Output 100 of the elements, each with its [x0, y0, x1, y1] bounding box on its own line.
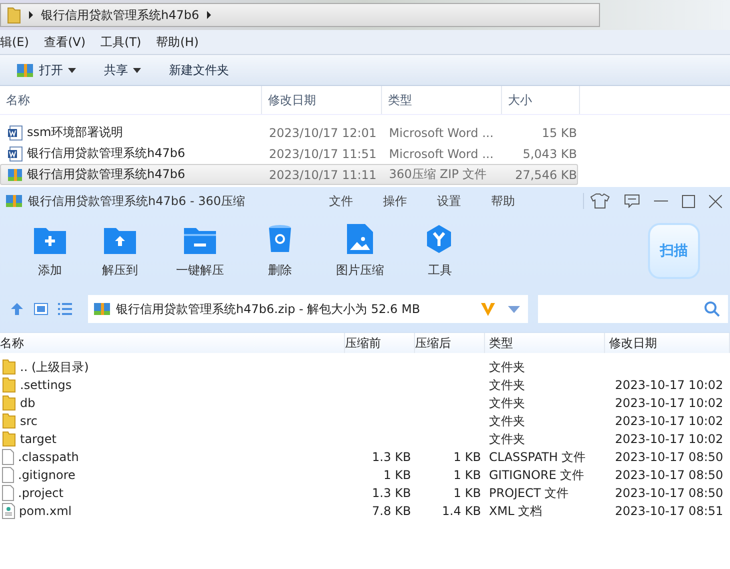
file-type: GITIGNORE 文件	[488, 466, 586, 484]
file-name: .project	[18, 486, 64, 500]
file-name: 银行信用贷款管理系统h47b6	[27, 145, 186, 162]
toolbar-button[interactable]: 共享	[102, 60, 143, 80]
modified-date: 2023/10/17 11:11	[268, 168, 378, 182]
file-row[interactable]: 银行信用贷款管理系统h47b6 2023/10/17 11:11 360压缩 ZIP 文件 27,546 KB	[0, 164, 578, 185]
menu-item[interactable]: 帮助(H)	[156, 34, 208, 50]
folder-icon	[7, 6, 21, 24]
menu-item[interactable]: 帮助	[491, 192, 515, 210]
dropdown-arrow-icon[interactable]	[508, 306, 520, 312]
original-size: 1.3 KB	[371, 486, 412, 500]
file-type: CLASSPATH 文件	[488, 448, 587, 466]
message-icon[interactable]	[624, 194, 640, 208]
up-arrow-icon[interactable]	[10, 302, 24, 316]
shirt-icon[interactable]	[590, 193, 610, 209]
compressed-size: 1 KB	[452, 450, 482, 464]
original-size: 7.8 KB	[371, 504, 412, 518]
recycle-bin-icon	[267, 224, 293, 254]
file-name: src	[20, 414, 38, 428]
archive-icon	[7, 166, 23, 182]
toolbar-button[interactable]: 图片压缩	[320, 223, 400, 279]
file-name: db	[20, 396, 36, 410]
compressed-size: 1 KB	[452, 486, 482, 500]
file-row[interactable]: 银行信用贷款管理系统h47b6 2023/10/17 11:51 Microsoft Word ... 5,043 KB	[0, 143, 578, 164]
breadcrumb[interactable]: 银行信用贷款管理系统h47b6	[41, 6, 200, 24]
file-type: 文件夹	[488, 430, 526, 448]
word-document-icon	[7, 124, 23, 140]
window-view-icon[interactable]	[34, 303, 48, 315]
file-type: PROJECT 文件	[488, 484, 570, 502]
image-file-icon	[347, 224, 373, 254]
file-type: 文件夹	[488, 358, 526, 376]
address-bar[interactable]: 银行信用贷款管理系统h47b6	[0, 3, 600, 27]
search-icon	[704, 301, 720, 317]
toolbar-button[interactable]: 解压到	[80, 223, 160, 279]
modified-date: 2023-10-17 08:50	[614, 486, 724, 500]
file-row[interactable]: ssm环境部署说明 2023/10/17 12:01 Microsoft Word ... 15 KB	[0, 122, 578, 143]
menu-item[interactable]: 文件	[329, 192, 353, 210]
modified-date: 2023-10-17 08:51	[614, 504, 724, 518]
menu-item[interactable]: 查看(V)	[44, 34, 95, 50]
file-type: 文件夹	[488, 412, 526, 430]
minimize-icon[interactable]	[654, 200, 668, 202]
path-field[interactable]: 银行信用贷款管理系统h47b6.zip - 解包大小为 52.6 MB	[88, 295, 528, 323]
file-type: 文件夹	[488, 376, 526, 394]
menu-item[interactable]: 设置	[437, 192, 461, 210]
file-size: 15 KB	[540, 126, 578, 140]
modified-date: 2023/10/17 12:01	[268, 126, 378, 140]
close-icon[interactable]	[709, 194, 722, 208]
window-title: 银行信用贷款管理系统h47b6 - 360压缩	[28, 192, 245, 210]
archive-icon	[16, 62, 34, 78]
compressed-size: 1 KB	[452, 468, 482, 482]
column-header[interactable]: 类型	[382, 86, 502, 114]
menu-item[interactable]: 辑(E)	[0, 34, 38, 50]
file-name: ssm环境部署说明	[27, 124, 124, 141]
modified-date: 2023-10-17 08:50	[614, 450, 724, 464]
folder-icon	[2, 377, 16, 393]
folder-icon	[2, 395, 16, 411]
menu-item[interactable]: 工具(T)	[100, 34, 150, 50]
compressed-size: 1.4 KB	[441, 504, 482, 518]
modified-date: 2023/10/17 11:51	[268, 146, 378, 160]
list-view-icon[interactable]	[58, 303, 72, 315]
toolbar-button[interactable]: 工具	[400, 223, 480, 279]
file-name: .gitignore	[18, 468, 76, 482]
file-name: .settings	[20, 378, 72, 392]
toolbar-button[interactable]: 删除	[240, 223, 320, 279]
dropdown-arrow-icon	[68, 68, 76, 72]
folder-icon	[2, 413, 16, 429]
toolbar-button[interactable]: 一键解压	[160, 223, 240, 279]
original-size: 1 KB	[382, 468, 412, 482]
column-header[interactable]: 大小	[502, 86, 580, 114]
chevron-icon	[29, 11, 33, 19]
column-header[interactable]: 名称	[0, 86, 262, 114]
file-name: pom.xml	[19, 504, 72, 518]
folder-minus-icon	[184, 226, 216, 254]
file-name: .classpath	[18, 450, 79, 464]
modified-date: 2023-10-17 10:02	[614, 432, 724, 446]
toolbar-button[interactable]: 新建文件夹	[167, 60, 231, 80]
search-field[interactable]	[538, 295, 728, 323]
column-header[interactable]: 修改日期	[262, 86, 382, 114]
toolbar-button[interactable]: 打开	[14, 60, 78, 80]
file-name: target	[20, 432, 56, 446]
file-type: 文件夹	[488, 394, 526, 412]
folder-plus-icon	[34, 226, 66, 254]
original-size: 1.3 KB	[371, 450, 412, 464]
folder-icon	[2, 431, 16, 447]
toolbar-button[interactable]: 添加	[20, 223, 80, 279]
modified-date: 2023-10-17 10:02	[614, 414, 724, 428]
archive-icon	[6, 194, 22, 208]
maximize-icon[interactable]	[682, 194, 695, 208]
chevron-icon	[207, 11, 212, 19]
word-document-icon	[7, 146, 23, 162]
file-size: 5,043 KB	[522, 146, 578, 160]
modified-date: 2023-10-17 10:02	[614, 396, 724, 410]
v-logo-icon	[480, 301, 496, 317]
file-type: 360压缩 ZIP 文件	[388, 166, 488, 183]
menu-item[interactable]: 操作	[383, 192, 407, 210]
file-size: 27,546 KB	[514, 168, 578, 182]
file-type: Microsoft Word ...	[388, 126, 495, 140]
folder-icon	[2, 359, 16, 375]
modified-date: 2023-10-17 10:02	[614, 378, 724, 392]
file-name: 银行信用贷款管理系统h47b6	[27, 166, 186, 183]
